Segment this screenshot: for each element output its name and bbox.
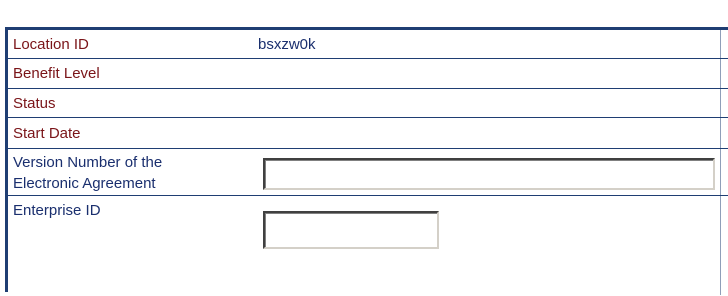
status-label: Status	[13, 95, 56, 112]
enterprise-id-label: Enterprise ID	[13, 202, 101, 219]
row-benefit-level: Benefit Level	[8, 59, 728, 89]
row-enterprise-id: Enterprise ID	[8, 196, 728, 296]
row-version-number: Version Number of the Electronic Agreeme…	[8, 149, 728, 196]
row-status: Status	[8, 89, 728, 118]
table-right-edge	[720, 30, 721, 295]
row-start-date: Start Date	[8, 118, 728, 149]
version-number-label-line2: Electronic Agreement	[13, 175, 156, 192]
benefit-level-label: Benefit Level	[13, 65, 100, 82]
location-id-label: Location ID	[13, 36, 89, 53]
enterprise-id-input[interactable]	[263, 211, 439, 249]
form-panel: Location ID bsxzw0k Benefit Level Status…	[5, 27, 728, 295]
row-location-id: Location ID bsxzw0k	[8, 30, 728, 59]
version-number-input[interactable]	[263, 158, 715, 190]
version-number-label-line1: Version Number of the	[13, 154, 163, 171]
location-id-value: bsxzw0k	[258, 36, 316, 53]
start-date-label: Start Date	[13, 125, 81, 142]
